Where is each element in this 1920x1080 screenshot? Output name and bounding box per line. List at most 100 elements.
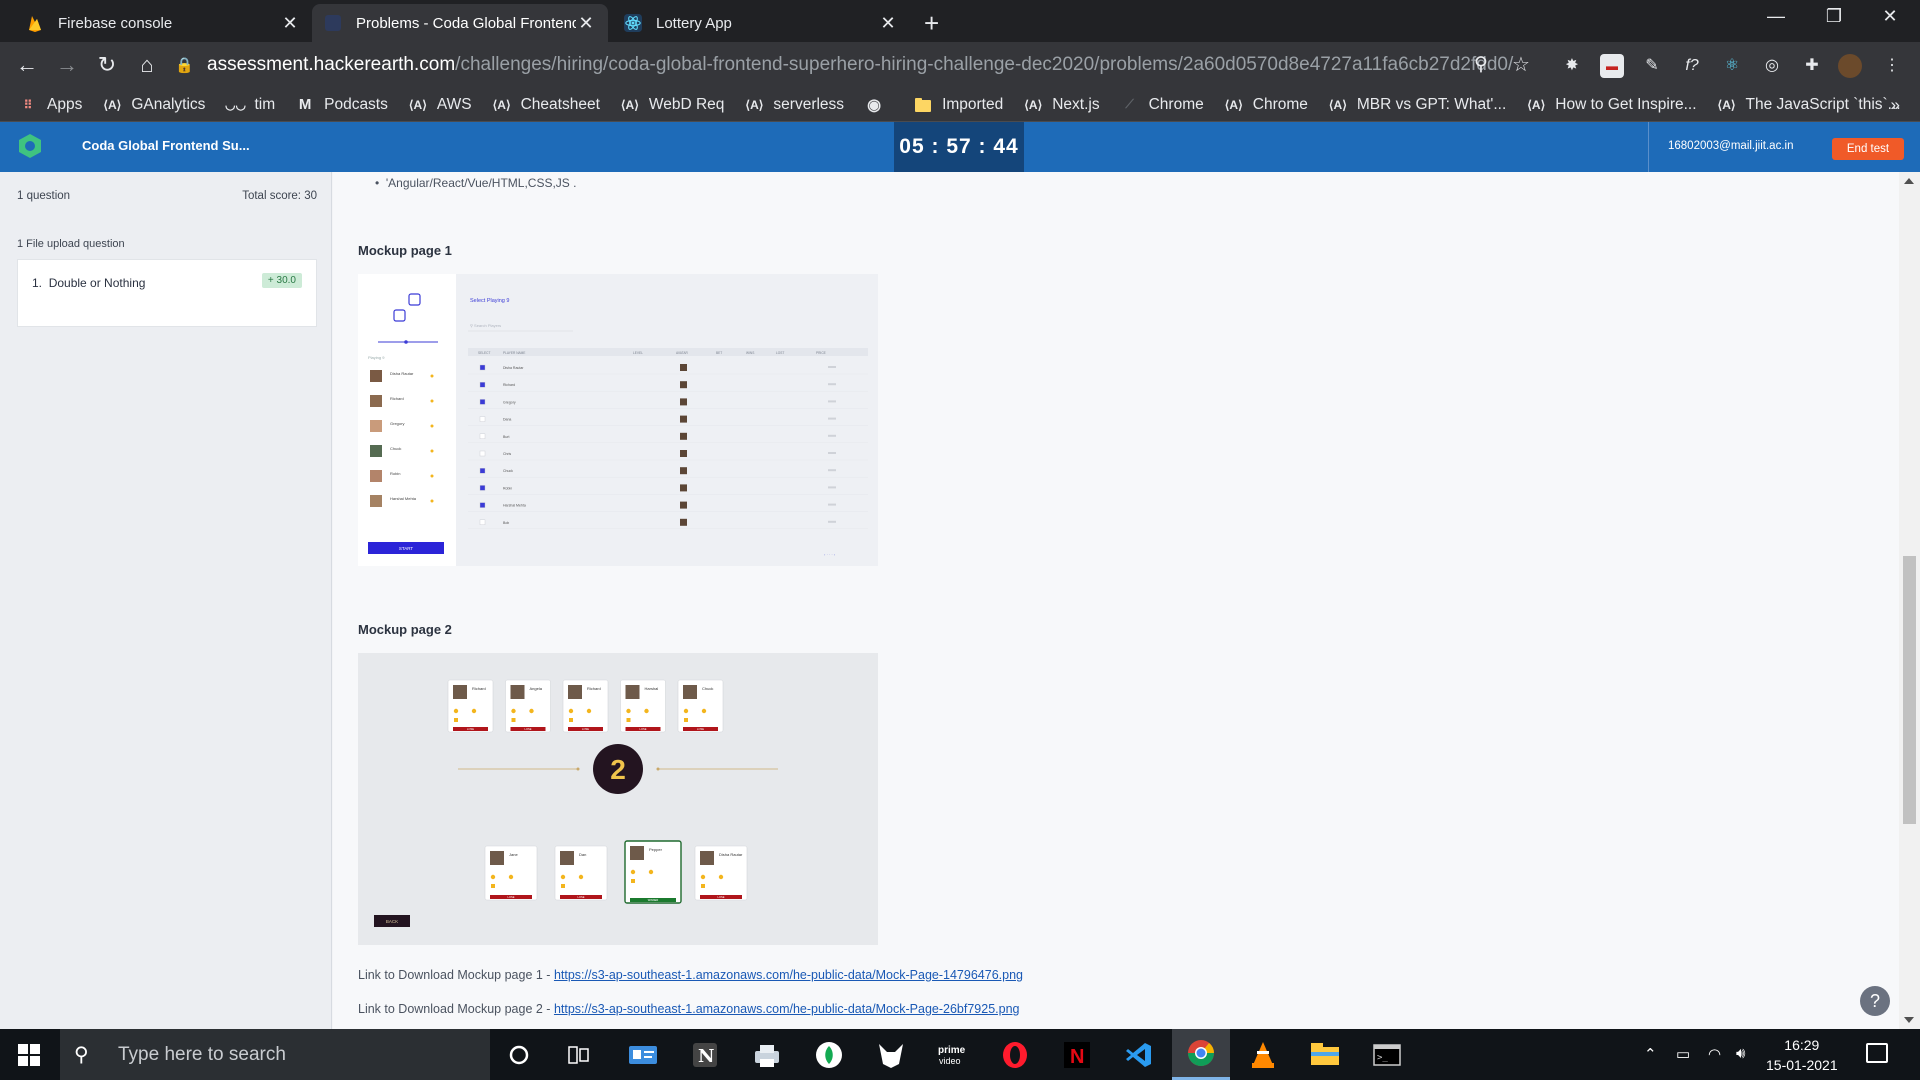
bookmark-apps[interactable]: ⠿ Apps [18, 96, 83, 114]
notion-icon[interactable]: N [676, 1029, 734, 1080]
tab-lottery-app[interactable]: Lottery App ✕ [612, 4, 910, 42]
taskbar-clock[interactable]: 16:29 15-01-2021 [1766, 1035, 1838, 1075]
battery-icon[interactable]: ▭ [1676, 1045, 1690, 1063]
mock2-card-avatar [625, 685, 640, 699]
bookmark-globe[interactable]: ◉ [864, 96, 893, 114]
printer-app-icon[interactable] [738, 1029, 796, 1080]
extension-calendar-icon[interactable]: ▬ [1600, 54, 1624, 78]
extension-target-icon[interactable]: ◎ [1760, 54, 1784, 78]
tab-close-icon[interactable]: ✕ [576, 13, 596, 34]
browser-toolbar: ← → ↻ ⌂ 🔒 assessment.hackerearth.com/cha… [0, 42, 1920, 88]
forward-icon[interactable]: → [54, 52, 80, 78]
chrome-icon[interactable] [1172, 1029, 1230, 1080]
bookmark-folder-imported[interactable]: Imported [913, 96, 1003, 114]
cortana-icon[interactable] [490, 1029, 548, 1080]
opera-icon[interactable] [986, 1029, 1044, 1080]
mock2-card-coin-icon [644, 708, 649, 714]
download-link-1[interactable]: https://s3-ap-southeast-1.amazonaws.com/… [554, 968, 1023, 982]
bookmark-podcasts[interactable]: M Podcasts [295, 96, 388, 114]
user-email[interactable]: 16802003@mail.jiit.ac.in [1668, 140, 1793, 152]
bookmark-cheatsheet[interactable]: ⟨A⟩ Cheatsheet [492, 96, 600, 114]
minimize-icon[interactable]: — [1756, 6, 1796, 27]
volume-icon[interactable]: 🔊︎ [1736, 1045, 1745, 1062]
mockup-page-1-image[interactable]: Playing 9 Disha Rautar Richard Gregory Chuck… [358, 274, 878, 566]
wifi-icon[interactable]: ◠ [1708, 1045, 1721, 1063]
tab-problems[interactable]: Problems - Coda Global Frontend ✕ [312, 4, 608, 42]
netflix-icon[interactable]: N [1048, 1029, 1106, 1080]
scroll-down-arrow-icon[interactable] [1904, 1017, 1914, 1023]
zoom-icon[interactable]: ⚲ [1468, 52, 1494, 78]
angular-icon: ⟨A⟩ [1527, 97, 1546, 112]
bookmark-aws[interactable]: ⟨A⟩ AWS [408, 96, 472, 114]
contacts-app-icon[interactable] [614, 1029, 672, 1080]
hackerearth-logo-icon[interactable] [16, 132, 44, 160]
windows-start-icon[interactable] [18, 1044, 40, 1066]
bookmark-serverless[interactable]: ⟨A⟩ serverless [744, 96, 844, 114]
mock2-card-coin-icon [586, 708, 592, 714]
bookmarks-overflow-icon[interactable]: » [1891, 95, 1900, 115]
home-icon[interactable]: ⌂ [134, 52, 160, 78]
restore-icon[interactable]: ❐ [1814, 6, 1854, 27]
apps-grid-icon: ⠿ [23, 97, 33, 112]
question-card[interactable]: 1. Double or Nothing + 30.0 [17, 259, 317, 327]
tab-close-icon[interactable]: ✕ [280, 13, 300, 34]
bookmark-ganalytics[interactable]: ⟨A⟩ GAnalytics [102, 96, 205, 114]
mock1-coin-icon [430, 399, 434, 403]
svg-text:>_: >_ [1377, 1053, 1388, 1063]
tech-stack-bullet: • 'Angular/React/Vue/HTML,CSS,JS . [375, 176, 577, 190]
mock1-row-price [828, 452, 836, 454]
mock1-row-player-name: Dana [503, 418, 511, 422]
file-explorer-icon[interactable] [1296, 1029, 1354, 1080]
mockup-page-1-title: Mockup page 1 [358, 243, 452, 258]
tray-overflow-icon[interactable]: ⌃ [1644, 1045, 1657, 1063]
globe-icon: ◉ [867, 96, 882, 114]
mock2-card-avatar [683, 685, 697, 699]
bookmark-chrome[interactable]: ⟋ Chrome [1120, 96, 1203, 114]
angular-icon: ⟨A⟩ [1024, 97, 1043, 112]
vlc-icon[interactable] [1234, 1029, 1292, 1080]
bookmark-chrome-2[interactable]: ⟨A⟩ Chrome [1224, 96, 1308, 114]
extensions-puzzle-icon[interactable]: ✚ [1800, 54, 1824, 78]
tab-firebase-console[interactable]: Firebase console ✕ [14, 4, 312, 42]
download-link-2[interactable]: https://s3-ap-southeast-1.amazonaws.com/… [554, 1002, 1020, 1016]
app-green-icon[interactable] [800, 1029, 858, 1080]
extension-pen-icon[interactable]: ✎ [1640, 54, 1664, 78]
task-view-icon[interactable] [550, 1029, 608, 1080]
mock1-avatar [370, 495, 382, 507]
mock1-row-player-name: Chris [503, 452, 511, 456]
vscode-icon[interactable] [1110, 1029, 1168, 1080]
scrollbar-thumb[interactable] [1903, 556, 1916, 824]
bookmark-star-icon[interactable]: ☆ [1508, 52, 1534, 78]
mock2-card-avatar [510, 685, 525, 699]
bookmark-mbr-vs-gpt[interactable]: ⟨A⟩ MBR vs GPT: What'... [1328, 96, 1506, 114]
end-test-button[interactable]: End test [1832, 138, 1904, 160]
bookmark-nextjs[interactable]: ⟨A⟩ Next.js [1023, 96, 1099, 114]
taskbar-search[interactable]: ⚲ Type here to search [60, 1029, 490, 1080]
bookmark-javascript-this[interactable]: ⟨A⟩ The JavaScript `this`... [1717, 96, 1901, 114]
angular-icon: ⟨A⟩ [1224, 97, 1243, 112]
scroll-up-arrow-icon[interactable] [1904, 178, 1914, 184]
back-icon[interactable]: ← [14, 52, 40, 78]
bookmark-how-to-get-inspired[interactable]: ⟨A⟩ How to Get Inspire... [1526, 96, 1696, 114]
bookmark-tim[interactable]: ◡◡ tim [225, 96, 275, 114]
wolf-app-icon[interactable] [862, 1029, 920, 1080]
notification-center-icon[interactable] [1866, 1043, 1888, 1063]
new-tab-button[interactable]: + [924, 8, 939, 39]
mockup-page-2-image[interactable]: Richard LOSE Angela LOSE Richard LOSE Harshal L… [358, 653, 878, 945]
bookmark-webd-req[interactable]: ⟨A⟩ WebD Req [620, 96, 725, 114]
profile-avatar[interactable] [1838, 54, 1862, 78]
close-window-icon[interactable]: ✕ [1870, 6, 1910, 27]
mock2-card-name: Pepper [649, 847, 663, 852]
extension-fonts-icon[interactable]: f? [1680, 54, 1704, 78]
reload-icon[interactable]: ↻ [94, 52, 120, 78]
prime-video-icon[interactable]: prime video [924, 1029, 982, 1080]
address-bar[interactable]: 🔒 assessment.hackerearth.com/challenges/… [175, 47, 1540, 83]
chrome-menu-icon[interactable]: ⋮ [1880, 54, 1904, 78]
extension-react-devtools-icon[interactable]: ⚛ [1720, 54, 1744, 78]
mock1-row-checkbox [479, 381, 486, 388]
terminal-icon[interactable]: >_ [1358, 1029, 1416, 1080]
help-icon[interactable]: ? [1860, 986, 1890, 1016]
tab-close-icon[interactable]: ✕ [878, 13, 898, 34]
page-scrollbar[interactable] [1899, 172, 1920, 1029]
extension-gear-icon[interactable]: ✸ [1560, 54, 1584, 78]
